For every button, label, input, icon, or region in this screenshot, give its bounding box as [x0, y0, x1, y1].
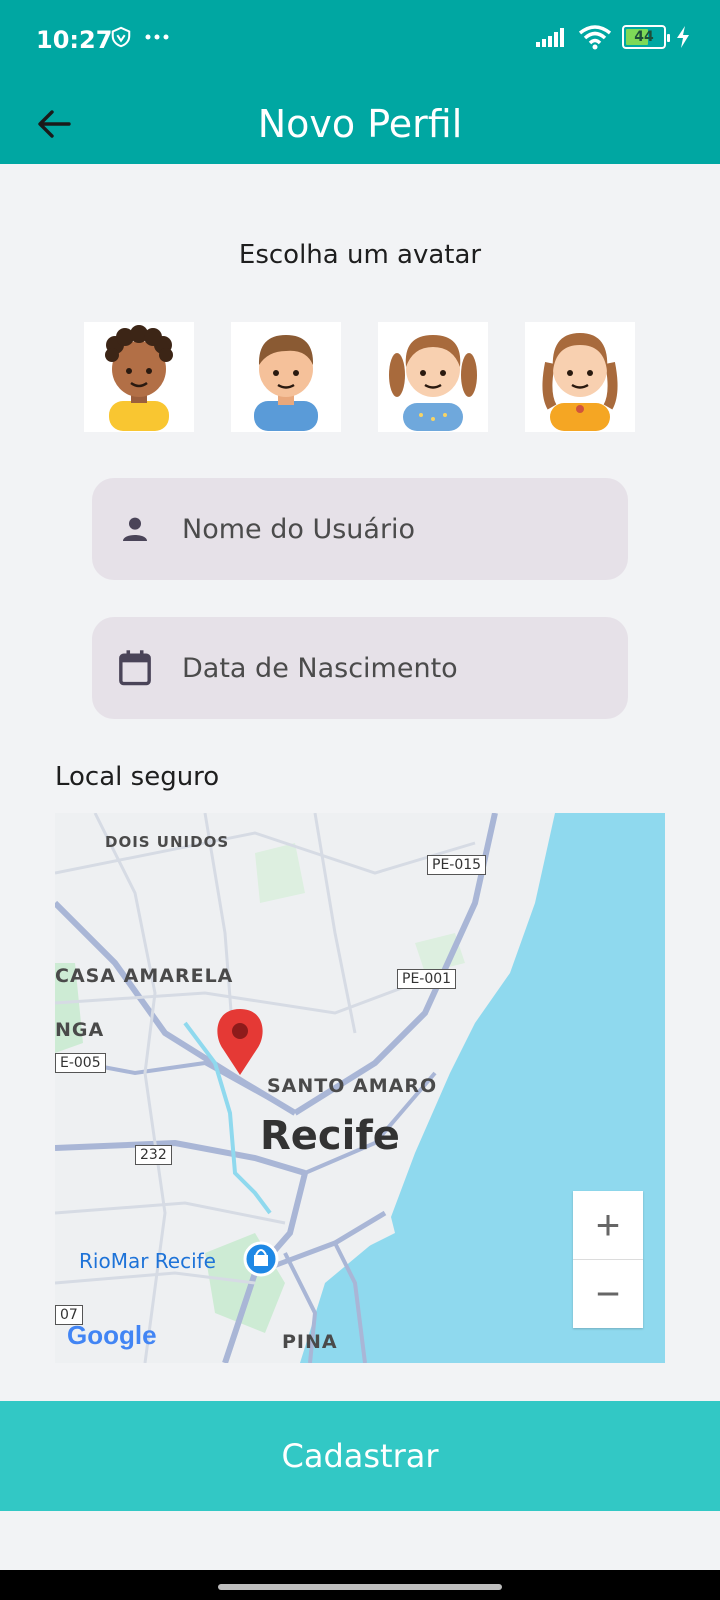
safe-location-map[interactable]: DOIS UNIDOS CASA AMARELA NGA SANTO AMARO…	[55, 813, 665, 1363]
map-label-casa-amarela: CASA AMARELA	[55, 965, 234, 987]
avatar-boy-curly[interactable]	[84, 322, 194, 432]
google-attribution: Google	[67, 1320, 157, 1350]
avatar-girl-pigtails[interactable]	[378, 322, 488, 432]
status-bar: 10:27 44	[0, 0, 720, 84]
system-nav-bar	[0, 1570, 720, 1600]
map-label-recife: Recife	[260, 1113, 400, 1159]
page-title: Novo Perfil	[257, 102, 463, 146]
road-badge-pe001: PE-001	[397, 969, 457, 989]
home-gesture-handle[interactable]	[218, 1584, 502, 1590]
vpn-shield-icon	[111, 26, 131, 48]
battery-level: 44	[634, 29, 654, 45]
register-button[interactable]: Cadastrar	[0, 1401, 720, 1511]
map-label-riomar: RioMar Recife	[79, 1249, 216, 1273]
calendar-icon	[118, 650, 152, 686]
charging-bolt-icon	[677, 26, 689, 48]
map-label: Local seguro	[55, 762, 220, 792]
avatar-heading: Escolha um avatar	[238, 240, 482, 270]
birthdate-field[interactable]	[92, 617, 628, 719]
road-badge-e005: E-005	[55, 1053, 106, 1073]
avatar-boy[interactable]	[231, 322, 341, 432]
person-icon	[118, 512, 152, 546]
status-time: 10:27	[36, 26, 113, 54]
wifi-icon	[578, 25, 612, 50]
avatar-girl-braids[interactable]	[525, 322, 635, 432]
app-bar: Novo Perfil	[0, 84, 720, 164]
map-label-nga: NGA	[55, 1019, 105, 1041]
status-left-icons	[110, 26, 170, 48]
battery-icon: 44	[622, 25, 670, 49]
map-label-pina: PINA	[282, 1331, 338, 1353]
birthdate-input[interactable]	[180, 651, 604, 685]
road-badge-pe015: PE-015	[427, 855, 487, 875]
zoom-out-button[interactable]: −	[573, 1260, 643, 1328]
google-logo: Google	[67, 1320, 157, 1351]
road-badge-232: 232	[135, 1145, 172, 1165]
more-dots-icon	[145, 34, 169, 40]
status-right-icons: 44	[536, 24, 690, 50]
username-input[interactable]	[180, 512, 604, 546]
signal-icon	[536, 28, 564, 47]
map-label-dois-unidos: DOIS UNIDOS	[105, 833, 230, 851]
map-label-santo-amaro: SANTO AMARO	[267, 1075, 438, 1097]
avatar-list	[84, 322, 635, 432]
zoom-in-button[interactable]: +	[573, 1191, 643, 1260]
username-field[interactable]	[92, 478, 628, 580]
